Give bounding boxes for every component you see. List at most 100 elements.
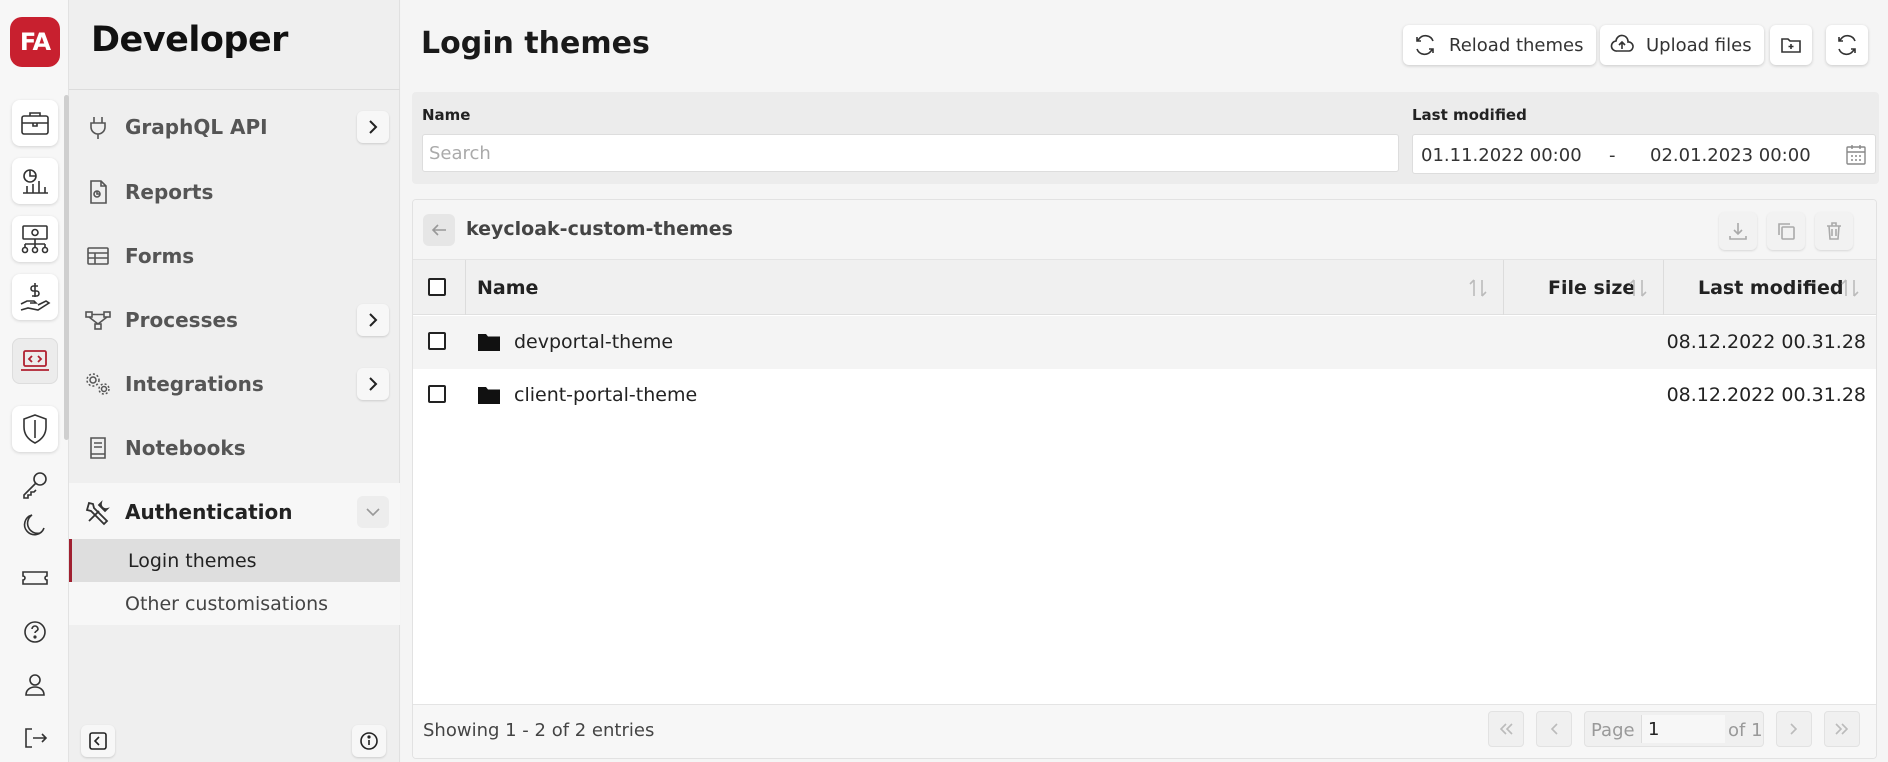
developer-laptop-icon[interactable] [12, 338, 58, 384]
sidebar-item-graphql-api[interactable]: GraphQL API [69, 98, 400, 156]
page-label: Page [1591, 720, 1635, 741]
page-total: of 1 [1728, 720, 1763, 741]
help-icon[interactable] [12, 609, 58, 655]
info-button[interactable] [352, 725, 386, 757]
process-icon [83, 305, 113, 335]
collapse-icon [89, 732, 107, 750]
sidebar-item-processes[interactable]: Processes [69, 291, 400, 349]
file-browser: keycloak-custom-themes Name File size La… [412, 199, 1877, 759]
sidebar-item-authentication[interactable]: Authentication [69, 483, 400, 541]
filter-bar: Name Last modified 01.11.2022 00:00 - 02… [412, 92, 1879, 184]
chevron-left-icon [1550, 723, 1558, 735]
next-page-button[interactable] [1776, 711, 1812, 747]
table-row[interactable]: devportal-theme 08.12.2022 00.31.28 [413, 316, 1876, 369]
file-name[interactable]: devportal-theme [514, 331, 673, 353]
app-rail: FA [0, 0, 69, 762]
gears-icon [83, 369, 113, 399]
arrow-left-icon [431, 224, 446, 236]
last-modified-filter-label: Last modified [1412, 106, 1527, 124]
money-network-icon[interactable] [12, 216, 58, 262]
date-range-field[interactable]: 01.11.2022 00:00 - 02.01.2023 00:00 [1412, 134, 1876, 174]
page-number-input[interactable] [1641, 715, 1725, 743]
sidebar-subitem-label: Login themes [128, 549, 257, 572]
sidebar-item-forms[interactable]: Forms [69, 227, 400, 285]
back-button[interactable] [423, 214, 455, 246]
reload-themes-label: Reload themes [1449, 34, 1584, 56]
first-page-button[interactable] [1488, 711, 1524, 747]
chevron-right-icon[interactable] [357, 111, 389, 143]
moon-icon[interactable] [12, 502, 58, 548]
chevron-right-icon [1790, 723, 1798, 735]
download-button[interactable] [1719, 212, 1757, 250]
row-checkbox[interactable] [428, 385, 446, 403]
calendar-icon[interactable] [1843, 142, 1869, 168]
chevrons-right-icon [1835, 723, 1849, 735]
column-header-name[interactable]: Name [477, 260, 538, 315]
column-separator [1663, 260, 1664, 315]
table-footer: Showing 1 - 2 of 2 entries Page of 1 [413, 704, 1876, 758]
column-header-file-size[interactable]: File size [1548, 260, 1635, 315]
sidebar-divider [69, 89, 400, 90]
entries-count: Showing 1 - 2 of 2 entries [423, 720, 655, 741]
search-input[interactable] [422, 134, 1399, 172]
name-filter-label: Name [422, 106, 471, 124]
sidebar-item-label: Processes [125, 308, 238, 332]
logout-icon[interactable] [12, 715, 58, 761]
sort-icon[interactable] [1466, 276, 1490, 300]
previous-page-button[interactable] [1536, 711, 1572, 747]
hand-dollar-icon[interactable] [12, 274, 58, 320]
table-header: Name File size Last modified [413, 260, 1876, 315]
upload-files-label: Upload files [1646, 34, 1752, 56]
reload-themes-button[interactable]: Reload themes [1403, 25, 1596, 65]
app-logo[interactable]: FA [10, 17, 60, 67]
refresh-button[interactable] [1826, 25, 1868, 65]
copy-button[interactable] [1767, 212, 1805, 250]
sidebar-item-notebooks[interactable]: Notebooks [69, 419, 400, 477]
new-folder-button[interactable] [1770, 25, 1812, 65]
collapse-sidebar-button[interactable] [81, 725, 115, 757]
chevron-down-icon[interactable] [357, 496, 389, 528]
file-name[interactable]: client-portal-theme [514, 384, 697, 406]
delete-button[interactable] [1815, 212, 1853, 250]
folder-plus-icon [1781, 38, 1801, 53]
last-page-button[interactable] [1824, 711, 1860, 747]
copy-icon [1778, 223, 1795, 240]
sidebar-item-reports[interactable]: Reports [69, 163, 400, 221]
notebook-icon [83, 433, 113, 463]
sidebar-item-label: Reports [125, 180, 214, 204]
reports-chart-icon[interactable] [12, 158, 58, 204]
sidebar-item-integrations[interactable]: Integrations [69, 355, 400, 413]
date-from-value[interactable]: 01.11.2022 00:00 [1421, 145, 1582, 166]
chevron-right-icon[interactable] [357, 304, 389, 336]
sidebar-item-label: Forms [125, 244, 195, 268]
shield-icon[interactable] [12, 406, 58, 452]
file-last-modified: 08.12.2022 00.31.28 [1666, 331, 1866, 353]
sort-icon[interactable] [1626, 276, 1650, 300]
ticket-icon[interactable] [12, 555, 58, 601]
upload-files-button[interactable]: Upload files [1600, 25, 1764, 65]
row-checkbox[interactable] [428, 332, 446, 350]
chevrons-left-icon [1499, 723, 1513, 735]
main-content: Login themes Reload themes Upload files … [401, 0, 1888, 762]
sidebar: Developer GraphQL API Reports Forms Proc… [69, 0, 400, 762]
section-title: Developer [91, 20, 288, 60]
trash-icon [1827, 222, 1841, 240]
refresh-icon [1838, 34, 1856, 56]
column-separator [465, 260, 466, 315]
sidebar-item-label: Notebooks [125, 436, 246, 460]
current-path: keycloak-custom-themes [466, 218, 733, 240]
sidebar-subitem-login-themes[interactable]: Login themes [69, 539, 400, 582]
briefcase-icon[interactable] [12, 100, 58, 146]
select-all-checkbox[interactable] [428, 278, 446, 296]
date-range-separator: - [1609, 145, 1616, 166]
user-icon[interactable] [12, 662, 58, 708]
page-title: Login themes [421, 26, 650, 61]
sidebar-item-label: GraphQL API [125, 115, 268, 139]
table-row[interactable]: client-portal-theme 08.12.2022 00.31.28 [413, 369, 1876, 422]
sidebar-subitem-other-customisations[interactable]: Other customisations [69, 582, 400, 625]
path-bar: keycloak-custom-themes [413, 200, 1876, 260]
column-header-last-modified[interactable]: Last modified [1698, 260, 1843, 315]
sort-icon[interactable] [1838, 276, 1862, 300]
date-to-value[interactable]: 02.01.2023 00:00 [1650, 145, 1811, 166]
chevron-right-icon[interactable] [357, 368, 389, 400]
